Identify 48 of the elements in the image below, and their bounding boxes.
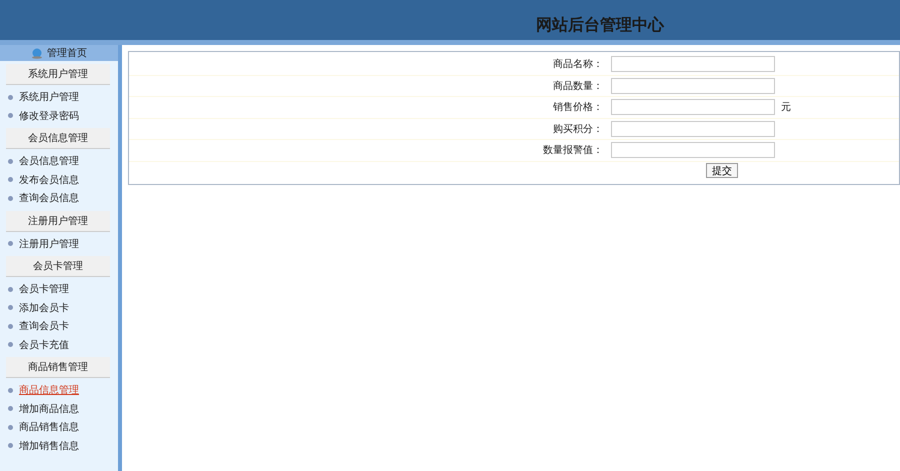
bullet-icon bbox=[8, 177, 13, 182]
menu-link[interactable]: 修改登录密码 bbox=[19, 108, 79, 123]
menu-link[interactable]: 系统用户管理 bbox=[19, 90, 79, 104]
menu-link[interactable]: 注册用户管理 bbox=[19, 236, 79, 251]
field-label: 购买积分： bbox=[552, 122, 604, 136]
input-field[interactable] bbox=[611, 56, 775, 72]
field-label: 销售价格： bbox=[552, 100, 604, 114]
menu-link[interactable]: 会员卡管理 bbox=[19, 282, 69, 296]
menu-link[interactable]: 增加销售信息 bbox=[19, 438, 79, 453]
menu-link[interactable]: 发布会员信息 bbox=[19, 172, 79, 187]
bullet-icon bbox=[8, 305, 13, 310]
menu-link[interactable]: 会员卡充值 bbox=[19, 338, 69, 352]
field-label: 商品数量： bbox=[552, 80, 604, 93]
menu-link[interactable]: 商品销售信息 bbox=[19, 420, 79, 434]
bullet-icon bbox=[8, 94, 13, 100]
input-field[interactable] bbox=[611, 99, 775, 116]
bullet-icon bbox=[8, 424, 13, 430]
section-heading: 系统用户管理 bbox=[6, 64, 110, 85]
home-link[interactable]: 管理首页 bbox=[47, 46, 87, 60]
section-heading: 商品销售管理 bbox=[6, 357, 110, 378]
bullet-icon bbox=[8, 342, 13, 348]
site-title: 网站后台管理中心 bbox=[536, 15, 664, 36]
input-field[interactable] bbox=[611, 120, 775, 137]
bullet-icon bbox=[8, 388, 13, 393]
menu-link[interactable]: 会员信息管理 bbox=[19, 154, 79, 168]
bullet-icon bbox=[8, 158, 13, 164]
globe-icon bbox=[31, 48, 43, 58]
bullet-icon bbox=[8, 113, 13, 118]
menu-link[interactable]: 商品信息管理 bbox=[19, 383, 79, 398]
bullet-icon bbox=[8, 196, 13, 201]
menu-link[interactable]: 添加会员卡 bbox=[19, 300, 69, 315]
bullet-icon bbox=[8, 406, 13, 412]
menu-link[interactable]: 增加商品信息 bbox=[19, 402, 79, 416]
bullet-icon bbox=[8, 443, 13, 448]
unit-label: 元 bbox=[781, 101, 792, 114]
input-field[interactable] bbox=[611, 142, 775, 158]
input-field[interactable] bbox=[611, 78, 775, 94]
section-heading: 注册用户管理 bbox=[6, 210, 110, 232]
section-heading: 会员卡管理 bbox=[6, 256, 110, 277]
menu-link[interactable]: 查询会员信息 bbox=[19, 191, 79, 206]
field-label: 数量报警值： bbox=[542, 144, 604, 158]
section-heading: 会员信息管理 bbox=[6, 128, 110, 149]
bullet-icon bbox=[8, 286, 13, 292]
bullet-icon bbox=[8, 324, 13, 329]
menu-link[interactable]: 查询会员卡 bbox=[19, 319, 69, 334]
submit-button[interactable]: 提交 bbox=[706, 163, 738, 178]
field-label: 商品名称： bbox=[552, 58, 604, 72]
bullet-icon bbox=[8, 241, 13, 246]
